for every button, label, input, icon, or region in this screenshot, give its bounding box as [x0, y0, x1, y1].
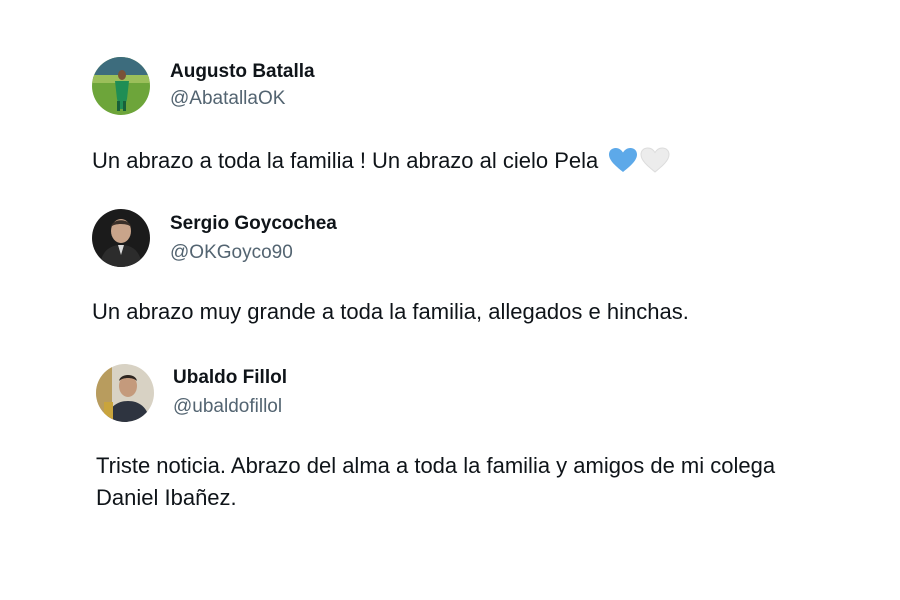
author-handle[interactable]: @AbatallaOK	[170, 88, 285, 110]
blue-heart-icon	[608, 147, 638, 182]
tweet-text: Un abrazo muy grande a toda la familia, …	[92, 299, 689, 324]
avatar[interactable]	[92, 209, 150, 267]
white-heart-icon	[640, 147, 670, 182]
tweet-text-content: Un abrazo a toda la familia ! Un abrazo …	[92, 148, 599, 173]
author-name[interactable]: Ubaldo Fillol	[173, 367, 287, 389]
author-handle[interactable]: @ubaldofillol	[173, 396, 282, 418]
tweet-augusto-batalla: Augusto Batalla @AbatallaOK Un abrazo a …	[0, 0, 900, 190]
tweet-ubaldo-fillol: Ubaldo Fillol @ubaldofillol Triste notic…	[0, 340, 900, 540]
avatar[interactable]	[96, 364, 154, 422]
tweet-text: Triste noticia. Abrazo del alma a toda l…	[96, 450, 775, 514]
author-name[interactable]: Augusto Batalla	[170, 61, 315, 83]
tweet-text-line: Daniel Ibañez.	[96, 485, 237, 510]
author-handle[interactable]: @OKGoyco90	[170, 242, 293, 264]
tweet-sergio-goycochea: Sergio Goycochea @OKGoyco90 Un abrazo mu…	[0, 190, 900, 340]
tweet-text: Un abrazo a toda la familia ! Un abrazo …	[92, 145, 670, 182]
tweet-text-line: Triste noticia. Abrazo del alma a toda l…	[96, 453, 776, 478]
avatar[interactable]	[92, 57, 150, 115]
author-name[interactable]: Sergio Goycochea	[170, 213, 337, 235]
